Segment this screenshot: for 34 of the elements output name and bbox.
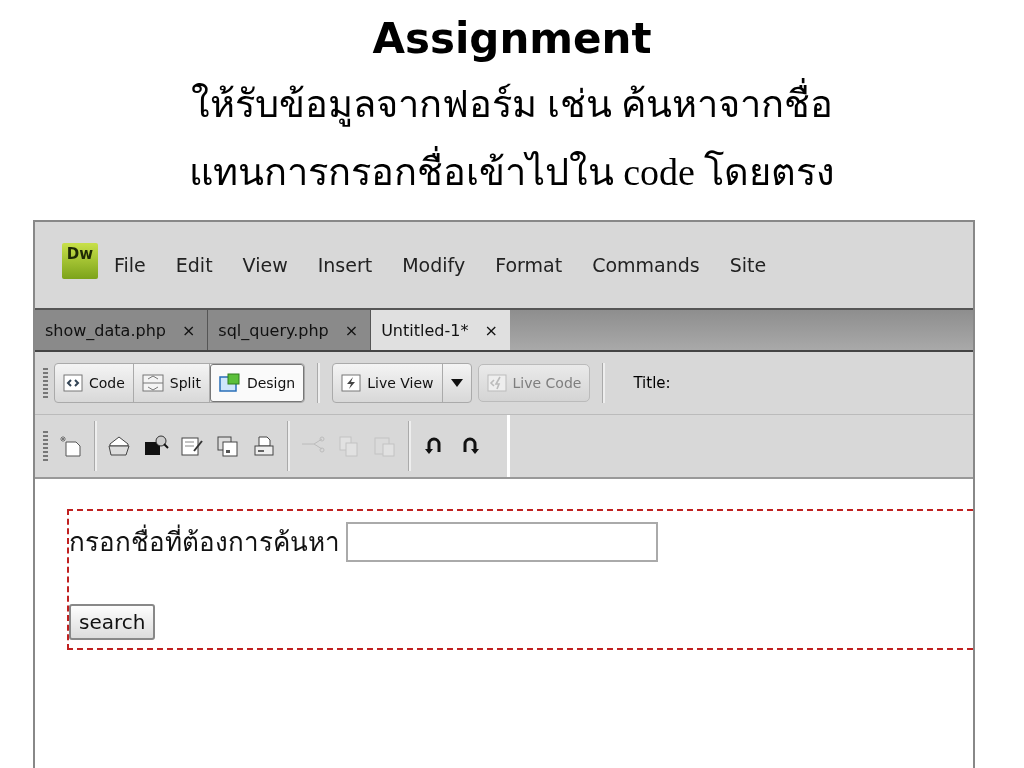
- live-code-icon: [486, 374, 507, 393]
- field-label: กรอกชื่อที่ต้องการค้นหา: [69, 521, 340, 563]
- design-icon: [218, 373, 241, 394]
- toolbar-grip: [43, 431, 48, 462]
- save-all-icon[interactable]: [215, 434, 241, 459]
- menu-item[interactable]: File: [114, 254, 146, 277]
- menu-item[interactable]: Modify: [402, 254, 466, 277]
- design-view-button[interactable]: Design: [209, 364, 305, 403]
- new-document-icon[interactable]: [58, 434, 84, 459]
- split-icon: [141, 374, 164, 393]
- title-label: Title:: [633, 374, 671, 393]
- document-tab[interactable]: show_data.php ×: [35, 310, 209, 351]
- caret-icon: [450, 379, 463, 388]
- slide-text: แทนการกรอกชื่อเข้าไปใน code โดยตรง: [188, 138, 836, 207]
- document-tab[interactable]: sql_query.php ×: [208, 310, 372, 351]
- print-icon[interactable]: [251, 434, 277, 459]
- toolbar-grip: [43, 368, 48, 399]
- search-button[interactable]: search: [69, 604, 156, 641]
- menu-item[interactable]: Insert: [317, 254, 373, 277]
- app-logo: Dw: [62, 243, 98, 280]
- split-view-button[interactable]: Split: [133, 364, 210, 403]
- code-view-button[interactable]: Code: [55, 364, 134, 403]
- code-icon: [63, 374, 83, 393]
- slide-title: Assignment: [372, 14, 652, 65]
- menu-item[interactable]: Edit: [175, 254, 213, 277]
- slide-text: ให้รับข้อมูลจากฟอร์ม เช่น ค้นหาจากชื่อ: [191, 70, 833, 139]
- menu-item[interactable]: Site: [729, 254, 767, 277]
- menu-item[interactable]: Commands: [592, 254, 700, 277]
- edit-document-icon[interactable]: [179, 434, 205, 459]
- lightning-icon: [341, 374, 362, 393]
- menu-item[interactable]: Format: [495, 254, 563, 277]
- document-tab[interactable]: Untitled-1* ×: [371, 310, 510, 351]
- menu-item[interactable]: View: [242, 254, 288, 277]
- search-input[interactable]: [346, 521, 658, 562]
